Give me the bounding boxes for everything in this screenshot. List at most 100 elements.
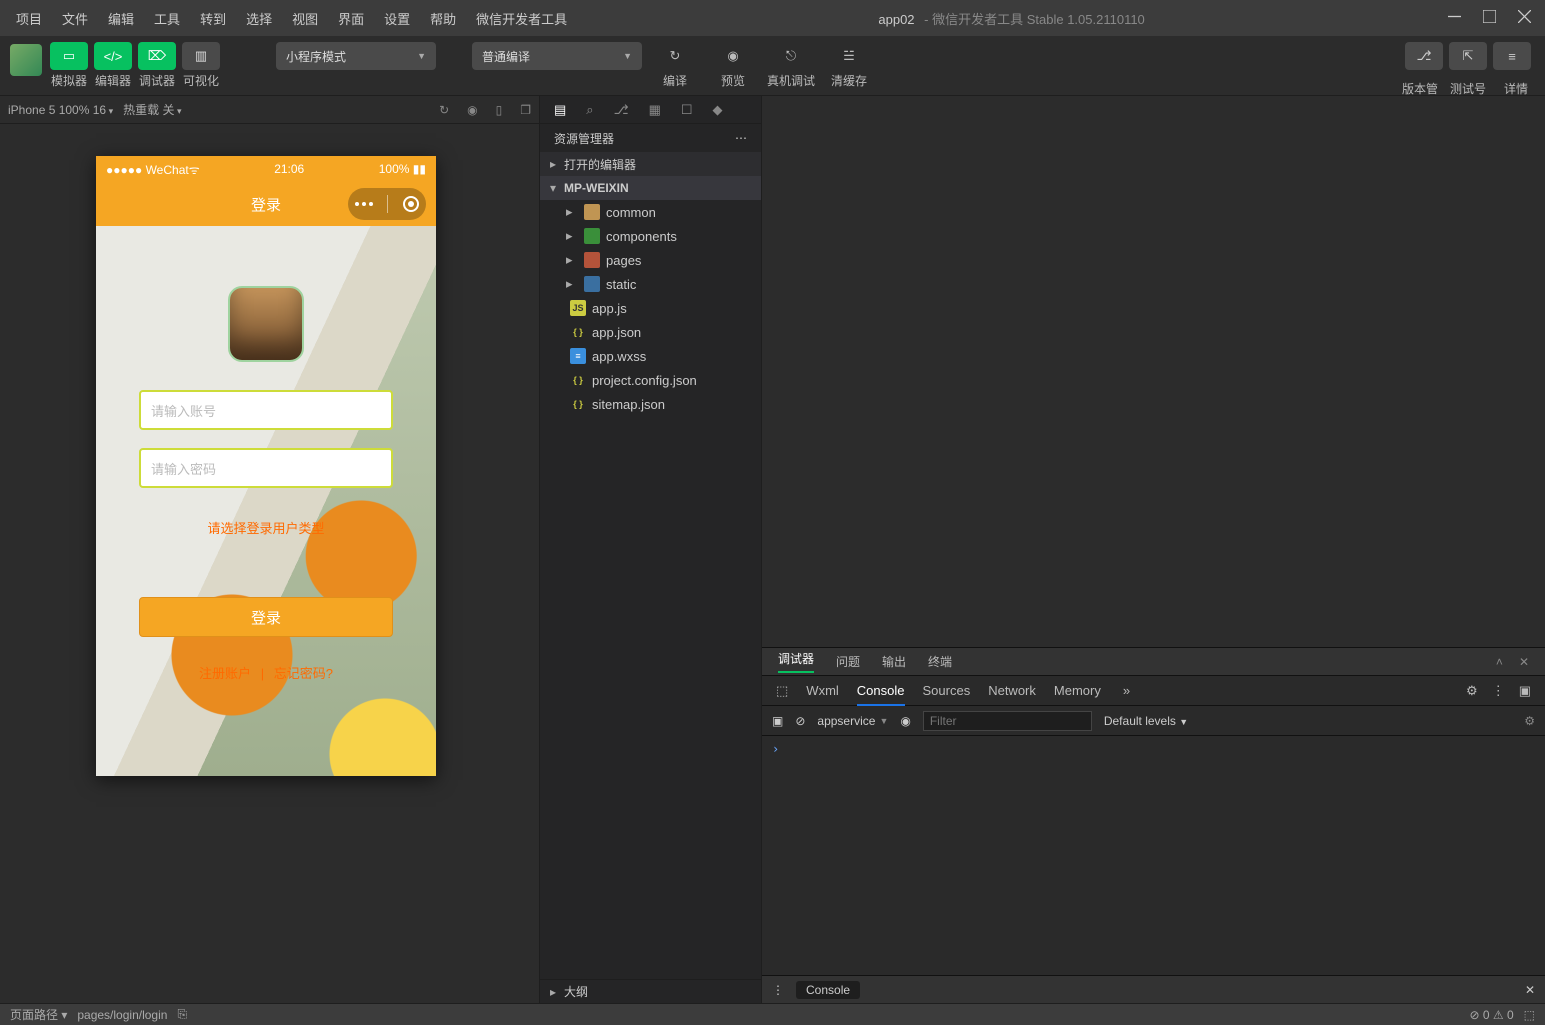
errors-warnings[interactable]: ⊘ 0 ⚠ 0 bbox=[1469, 1008, 1513, 1022]
tab-memory[interactable]: Memory bbox=[1054, 683, 1101, 698]
clock-label: 21:06 bbox=[274, 162, 304, 176]
live-icon[interactable]: ◉ bbox=[900, 714, 910, 728]
kebab-icon[interactable]: ⋮ bbox=[1492, 683, 1505, 699]
extensions-icon[interactable]: ▦ bbox=[649, 102, 661, 118]
folder-static[interactable]: ▸static bbox=[540, 272, 761, 296]
git-icon[interactable]: ⎇ bbox=[614, 102, 629, 118]
menu-wxdev[interactable]: 微信开发者工具 bbox=[468, 5, 575, 32]
project-section[interactable]: ▾MP-WEIXIN bbox=[540, 176, 761, 200]
hotreload-select[interactable]: 热重载 关 bbox=[123, 101, 181, 118]
menu-settings[interactable]: 设置 bbox=[376, 5, 418, 32]
explorer-icon[interactable]: ▤ bbox=[554, 102, 566, 118]
user-avatar[interactable] bbox=[10, 44, 42, 76]
file-project-config-json[interactable]: { }project.config.json bbox=[540, 368, 761, 392]
file-app-js[interactable]: JSapp.js bbox=[540, 296, 761, 320]
explorer-pane: ▤ ⌕ ⎇ ▦ ☐ ◆ 资源管理器 ⋯ ▸打开的编辑器 ▾MP-WEIXIN ▸… bbox=[540, 96, 762, 1003]
username-input[interactable]: 请输入账号 bbox=[139, 390, 393, 430]
mode-combo[interactable]: 小程序模式▼ bbox=[276, 42, 436, 70]
test-account-button[interactable]: ⇱ bbox=[1449, 42, 1487, 70]
compile-button[interactable]: ↻ 编译 bbox=[650, 42, 700, 89]
tabs-overflow-icon[interactable]: » bbox=[1123, 683, 1130, 698]
clear-cache-button[interactable]: ☱ 清缓存 bbox=[824, 42, 874, 89]
record-icon[interactable]: ◉ bbox=[467, 103, 477, 117]
outline-section[interactable]: ▸大纲 bbox=[540, 979, 761, 1003]
open-editors-section[interactable]: ▸打开的编辑器 bbox=[540, 152, 761, 176]
menu-ui[interactable]: 界面 bbox=[330, 5, 372, 32]
console-settings-icon[interactable]: ⚙ bbox=[1524, 714, 1535, 728]
compile-combo-label: 普通编译 bbox=[482, 48, 530, 65]
capsule-menu-icon bbox=[355, 202, 373, 206]
folder-pages[interactable]: ▸pages bbox=[540, 248, 761, 272]
tab-problems[interactable]: 问题 bbox=[836, 653, 860, 670]
preview-button[interactable]: ◉ 预览 bbox=[708, 42, 758, 89]
login-button[interactable]: 登录 bbox=[139, 597, 393, 637]
compile-combo[interactable]: 普通编译▼ bbox=[472, 42, 642, 70]
close-button[interactable] bbox=[1518, 10, 1531, 26]
menu-help[interactable]: 帮助 bbox=[422, 5, 464, 32]
folder-components[interactable]: ▸components bbox=[540, 224, 761, 248]
details-button[interactable]: ≡ bbox=[1493, 42, 1531, 70]
menu-view[interactable]: 视图 bbox=[284, 5, 326, 32]
drawer-menu-icon[interactable]: ⋮ bbox=[772, 983, 784, 997]
minimize-button[interactable] bbox=[1448, 10, 1461, 26]
user-type-hint[interactable]: 请选择登录用户类型 bbox=[207, 518, 324, 537]
copy-path-icon[interactable]: ⎘ bbox=[177, 1007, 187, 1022]
clear-icon[interactable]: ⊘ bbox=[795, 714, 805, 728]
filter-input[interactable] bbox=[923, 711, 1092, 731]
tab-wxml[interactable]: Wxml bbox=[806, 683, 839, 698]
editor-toggle[interactable]: </> bbox=[94, 42, 132, 70]
tab-console[interactable]: Console bbox=[857, 683, 905, 698]
maximize-button[interactable] bbox=[1483, 10, 1496, 26]
simulator-toggle[interactable]: ▭ bbox=[50, 42, 88, 70]
settings-gear-icon[interactable]: ⚙ bbox=[1466, 683, 1478, 699]
tab-terminal[interactable]: 终端 bbox=[928, 653, 952, 670]
play-icon[interactable]: ▣ bbox=[772, 714, 783, 728]
drawer-console-tab[interactable]: Console bbox=[796, 981, 860, 999]
remote-debug-button[interactable]: ⎋ 真机调试 bbox=[766, 42, 816, 89]
menu-goto[interactable]: 转到 bbox=[192, 5, 234, 32]
menu-file[interactable]: 文件 bbox=[54, 5, 96, 32]
console-body[interactable]: › bbox=[762, 736, 1545, 975]
file-sitemap-json[interactable]: { }sitemap.json bbox=[540, 392, 761, 416]
debugger-toggle[interactable]: ⌦ bbox=[138, 42, 176, 70]
page-path-label[interactable]: 页面路径 ▾ bbox=[10, 1006, 67, 1023]
menu-select[interactable]: 选择 bbox=[238, 5, 280, 32]
window-controls bbox=[1448, 10, 1531, 26]
capsule-button[interactable] bbox=[348, 188, 426, 220]
phone-simulator: ●●●●● WeChatᯤ 21:06 100% ▮▮ 登录 请输入账号 请输入… bbox=[96, 156, 436, 776]
app-name: app02 bbox=[878, 12, 914, 27]
menu-edit[interactable]: 编辑 bbox=[100, 5, 142, 32]
scene-icon[interactable]: ⬚ bbox=[1524, 1008, 1535, 1022]
version-button[interactable]: ⎇ bbox=[1405, 42, 1443, 70]
folder-common[interactable]: ▸common bbox=[540, 200, 761, 224]
bookmark-icon[interactable]: ☐ bbox=[681, 102, 693, 118]
dock-icon[interactable]: ▣ bbox=[1519, 683, 1531, 699]
inspect-icon[interactable]: ⬚ bbox=[776, 683, 788, 699]
tab-sources[interactable]: Sources bbox=[923, 683, 971, 698]
drawer-close-icon[interactable]: ✕ bbox=[1525, 983, 1535, 997]
password-input[interactable]: 请输入密码 bbox=[139, 448, 393, 488]
tab-debugger[interactable]: 调试器 bbox=[778, 650, 814, 673]
menu-tools[interactable]: 工具 bbox=[146, 5, 188, 32]
docker-icon[interactable]: ◆ bbox=[713, 102, 723, 118]
devtools-sub-tabs: ⬚ Wxml Console Sources Network Memory » … bbox=[762, 676, 1545, 706]
panel-collapse-icon[interactable]: ˄ bbox=[1496, 655, 1503, 669]
file-app-json[interactable]: { }app.json bbox=[540, 320, 761, 344]
device-icon[interactable]: ▯ bbox=[496, 103, 503, 117]
visual-toggle[interactable]: ▥ bbox=[182, 42, 220, 70]
context-select[interactable]: appservice▼ bbox=[817, 714, 888, 728]
phone-navbar: 登录 bbox=[96, 182, 436, 226]
explorer-more-icon[interactable]: ⋯ bbox=[735, 131, 747, 145]
tab-network[interactable]: Network bbox=[988, 683, 1036, 698]
tab-output[interactable]: 输出 bbox=[882, 653, 906, 670]
popout-icon[interactable]: ❐ bbox=[520, 103, 531, 117]
search-icon[interactable]: ⌕ bbox=[586, 102, 593, 118]
reload-icon[interactable]: ↻ bbox=[439, 103, 449, 117]
file-app-wxss[interactable]: ≡app.wxss bbox=[540, 344, 761, 368]
levels-select[interactable]: Default levels ▼ bbox=[1104, 714, 1188, 728]
register-link[interactable]: 注册账户 bbox=[199, 666, 251, 681]
forgot-link[interactable]: 忘记密码? bbox=[274, 666, 333, 681]
menu-project[interactable]: 项目 bbox=[8, 5, 50, 32]
panel-close-icon[interactable]: ✕ bbox=[1519, 655, 1529, 669]
device-select[interactable]: iPhone 5 100% 16 bbox=[8, 103, 113, 117]
